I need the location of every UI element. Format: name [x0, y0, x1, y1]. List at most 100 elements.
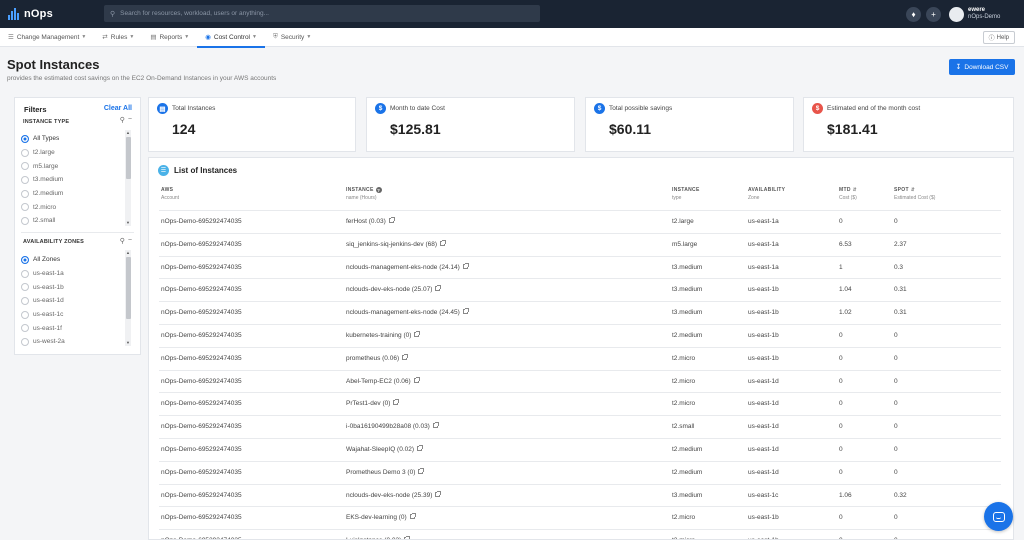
- cell-name[interactable]: nclouds-dev-eks-node (25.07): [346, 285, 442, 293]
- table-row[interactable]: nOps-Demo-695292474035 nclouds-management…: [159, 301, 1001, 324]
- radio[interactable]: [21, 162, 29, 171]
- external-link-icon[interactable]: [388, 217, 395, 223]
- table-row[interactable]: nOps-Demo-695292474035 i-0ba16190499b28a0…: [159, 415, 1001, 438]
- filter-option[interactable]: t2.micro: [21, 200, 126, 214]
- external-link-icon[interactable]: [432, 422, 439, 429]
- radio-selected[interactable]: [21, 255, 29, 264]
- column-header-availability[interactable]: AVAILABILITY Zone: [748, 187, 785, 201]
- column-header-instance-type[interactable]: INSTANCE type: [672, 187, 700, 201]
- collapse-icon[interactable]: −: [128, 237, 132, 245]
- filter-option[interactable]: us-east-1d: [21, 294, 126, 308]
- search-icon[interactable]: ⚲: [120, 237, 125, 245]
- scroll-down-icon[interactable]: ▼: [125, 340, 131, 346]
- column-header-instance-name[interactable]: INSTANCE? name (Hours): [346, 187, 382, 201]
- filter-option[interactable]: us-east-1b: [21, 280, 126, 294]
- instance-type-scrollbar[interactable]: ▲ ▼: [125, 130, 131, 226]
- bell-icon[interactable]: ♦: [906, 6, 921, 22]
- column-header-mtd[interactable]: MTD ⇵ Cost ($): [839, 187, 857, 201]
- filter-option[interactable]: us-east-1a: [21, 267, 126, 281]
- radio[interactable]: [21, 216, 29, 225]
- filter-option[interactable]: All Zones: [21, 253, 126, 267]
- collapse-icon[interactable]: −: [128, 116, 132, 124]
- filter-option[interactable]: t3.medium: [21, 173, 126, 187]
- download-csv-button[interactable]: ↧ Download CSV: [949, 59, 1015, 75]
- radio-selected[interactable]: [21, 134, 29, 143]
- external-link-icon[interactable]: [440, 239, 447, 246]
- filter-option[interactable]: us-west-2a: [21, 335, 126, 349]
- search-input[interactable]: [120, 10, 521, 17]
- table-row[interactable]: nOps-Demo-695292474035 nclouds-management…: [159, 255, 1001, 279]
- filter-option[interactable]: All Types: [21, 132, 126, 146]
- chat-button[interactable]: [984, 502, 1013, 531]
- sort-icon[interactable]: ⇵: [911, 187, 915, 193]
- cell-name[interactable]: ferHost (0.03): [346, 217, 395, 225]
- radio[interactable]: [21, 175, 29, 184]
- filter-option[interactable]: t2.small: [21, 214, 126, 228]
- radio[interactable]: [21, 337, 29, 346]
- table-row[interactable]: nOps-Demo-695292474035 Abel-Temp-EC2 (0.0…: [159, 369, 1001, 393]
- search-icon[interactable]: ⚲: [120, 116, 125, 124]
- external-link-icon[interactable]: [462, 262, 469, 269]
- availability-zones-scrollbar[interactable]: ▲ ▼: [125, 250, 131, 346]
- filter-option[interactable]: t2.large: [21, 146, 126, 160]
- external-link-icon[interactable]: [418, 467, 425, 474]
- filter-option[interactable]: us-east-1f: [21, 321, 126, 335]
- column-header-spot[interactable]: SPOT ⇵ Estimated Cost ($): [894, 187, 935, 201]
- column-header-aws[interactable]: AWS Account: [161, 187, 179, 201]
- table-row[interactable]: nOps-Demo-695292474035 nclouds-dev-eks-no…: [159, 278, 1001, 301]
- external-link-icon[interactable]: [417, 444, 424, 451]
- nav-security[interactable]: ⛨ Security ▼: [265, 28, 319, 47]
- cell-name[interactable]: siq_jenkins-siq-jenkins-dev (68): [346, 239, 447, 248]
- filter-option[interactable]: m5.large: [21, 159, 126, 173]
- table-row[interactable]: nOps-Demo-695292474035 kubernetes-trainin…: [159, 323, 1001, 347]
- cell-name[interactable]: i-0ba16190499b28a08 (0.03): [346, 422, 439, 430]
- table-row[interactable]: nOps-Demo-695292474035 PrTest1-dev (0) t2.…: [159, 392, 1001, 415]
- radio[interactable]: [21, 189, 29, 198]
- cell-name[interactable]: nclouds-management-eks-node (24.14): [346, 262, 469, 271]
- external-link-icon[interactable]: [393, 399, 400, 406]
- table-row[interactable]: nOps-Demo-695292474035LuisInstance (0.03…: [159, 529, 1001, 539]
- user-menu[interactable]: ewere nOps-Demo: [968, 7, 1024, 21]
- radio[interactable]: [21, 283, 29, 292]
- nav-change-management[interactable]: ☰ Change Management ▼: [0, 28, 94, 47]
- cell-name[interactable]: EKS-dev-learning (0): [346, 513, 416, 521]
- table-row[interactable]: nOps-Demo-695292474035 Wajahat-SleepIQ (0…: [159, 437, 1001, 461]
- external-link-icon[interactable]: [435, 490, 442, 497]
- external-link-icon[interactable]: [413, 376, 420, 383]
- radio[interactable]: [21, 324, 29, 333]
- table-row[interactable]: nOps-Demo-695292474035 ferHost (0.03) t2.l…: [159, 210, 1001, 233]
- cell-name[interactable]: Wajahat-SleepIQ (0.02): [346, 444, 424, 453]
- scroll-thumb[interactable]: [125, 257, 131, 319]
- nav-rules[interactable]: ⇄ Rules ▼: [94, 28, 142, 47]
- cell-name[interactable]: prometheus (0.06): [346, 353, 409, 362]
- external-link-icon[interactable]: [409, 513, 416, 520]
- table-row[interactable]: nOps-Demo-695292474035 siq_jenkins-siq-je…: [159, 232, 1001, 256]
- table-row[interactable]: nOps-Demo-695292474035 Prometheus Demo 3 …: [159, 460, 1001, 484]
- table-row[interactable]: nOps-Demo-695292474035 EKS-dev-learning (…: [159, 506, 1001, 529]
- external-link-icon[interactable]: [414, 330, 421, 337]
- table-row[interactable]: nOps-Demo-695292474035 nclouds-dev-eks-no…: [159, 483, 1001, 507]
- clear-all-link[interactable]: Clear All: [104, 105, 132, 112]
- global-search[interactable]: ⚲: [104, 5, 540, 22]
- cell-name[interactable]: nclouds-dev-eks-node (25.39): [346, 490, 442, 499]
- scroll-up-icon[interactable]: ▲: [125, 130, 131, 136]
- plus-icon[interactable]: +: [926, 6, 941, 22]
- radio[interactable]: [21, 310, 29, 319]
- avatar[interactable]: [949, 6, 964, 22]
- cell-name[interactable]: Prometheus Demo 3 (0): [346, 467, 425, 476]
- info-icon[interactable]: ?: [375, 187, 382, 193]
- nav-cost-control[interactable]: ◉ Cost Control ▼: [197, 28, 265, 48]
- radio[interactable]: [21, 148, 29, 157]
- cell-name[interactable]: kubernetes-training (0): [346, 330, 421, 339]
- scroll-up-icon[interactable]: ▲: [125, 250, 131, 256]
- filter-option[interactable]: t2.medium: [21, 187, 126, 201]
- cell-name[interactable]: PrTest1-dev (0): [346, 399, 400, 407]
- table-row[interactable]: nOps-Demo-695292474035 prometheus (0.06) t…: [159, 346, 1001, 370]
- external-link-icon[interactable]: [402, 353, 409, 360]
- scroll-down-icon[interactable]: ▼: [125, 220, 131, 226]
- sort-icon[interactable]: ⇵: [853, 187, 857, 193]
- cell-name[interactable]: nclouds-management-eks-node (24.45): [346, 308, 469, 316]
- filter-option[interactable]: us-east-1c: [21, 308, 126, 322]
- cell-name[interactable]: Abel-Temp-EC2 (0.06): [346, 376, 420, 385]
- nops-logo[interactable]: nOps: [8, 8, 98, 20]
